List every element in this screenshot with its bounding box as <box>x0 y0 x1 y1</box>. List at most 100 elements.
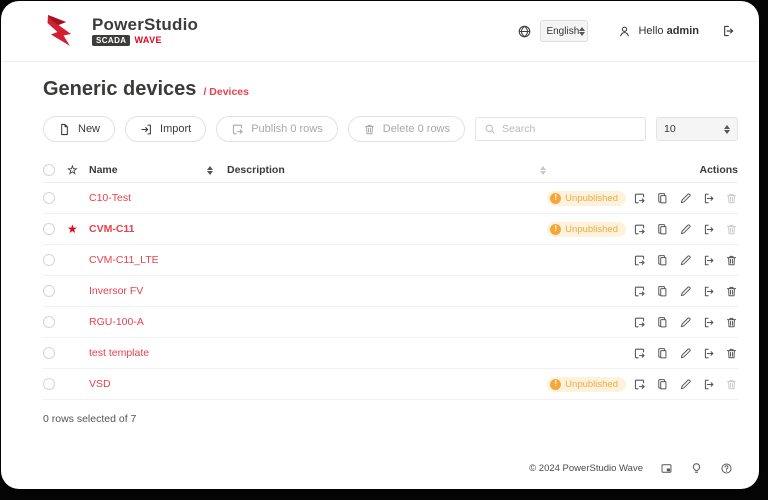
sort-name-icon[interactable] <box>207 166 213 175</box>
export-icon[interactable] <box>702 254 715 267</box>
publish-icon[interactable] <box>633 285 646 298</box>
table-row: CVM-C11_LTE <box>43 245 738 276</box>
table-row: C10-Test !Unpublished <box>43 183 738 214</box>
copy-icon[interactable] <box>656 285 669 298</box>
favorite-column-star-icon[interactable]: ☆ <box>67 164 78 176</box>
column-header-name[interactable]: Name <box>89 164 118 176</box>
header-right: English Hello admin <box>517 20 735 42</box>
favorite-star-icon[interactable]: ★ <box>67 223 78 235</box>
select-all-radio[interactable] <box>43 164 55 176</box>
language-select-value: English <box>546 26 579 37</box>
app-header: PowerStudio SCADA WAVE English Hello adm… <box>1 1 759 62</box>
pencil-icon[interactable] <box>679 378 692 391</box>
device-name-link[interactable]: test template <box>89 347 149 359</box>
globe-icon <box>517 24 532 39</box>
picture-in-picture-icon[interactable] <box>660 462 673 475</box>
publish-icon[interactable] <box>633 223 646 236</box>
greeting: Hello admin <box>638 25 699 37</box>
export-icon[interactable] <box>702 316 715 329</box>
publish-icon[interactable] <box>633 254 646 267</box>
status-badge: !Unpublished <box>547 191 626 206</box>
warning-icon: ! <box>550 193 561 204</box>
warning-icon: ! <box>550 224 561 235</box>
pencil-icon[interactable] <box>679 192 692 205</box>
help-icon[interactable] <box>720 462 733 475</box>
table-row: ★ CVM-C11 !Unpublished <box>43 214 738 245</box>
copy-icon[interactable] <box>656 192 669 205</box>
trash-icon <box>725 378 738 391</box>
user-icon <box>618 25 631 38</box>
search-icon <box>484 123 496 135</box>
copyright: © 2024 PowerStudio Wave <box>529 463 643 474</box>
publish-icon[interactable] <box>633 316 646 329</box>
file-icon <box>58 123 71 136</box>
page-size-select[interactable]: 10 <box>656 117 738 141</box>
row-select-radio[interactable] <box>43 254 55 266</box>
export-icon[interactable] <box>702 285 715 298</box>
page-title: Generic devices <box>43 78 196 101</box>
table-row: VSD !Unpublished <box>43 369 738 400</box>
row-select-radio[interactable] <box>43 285 55 297</box>
publish-icon[interactable] <box>633 378 646 391</box>
row-select-radio[interactable] <box>43 223 55 235</box>
row-select-radio[interactable] <box>43 347 55 359</box>
status-badge: !Unpublished <box>547 222 626 237</box>
import-icon <box>140 123 153 136</box>
column-header-description[interactable]: Description <box>227 164 285 176</box>
device-name-link[interactable]: VSD <box>89 378 111 390</box>
search-input[interactable] <box>502 123 637 135</box>
app-window: PowerStudio SCADA WAVE English Hello adm… <box>1 1 759 489</box>
device-name-link[interactable]: CVM-C11_LTE <box>89 254 159 266</box>
copy-icon[interactable] <box>656 347 669 360</box>
device-name-link[interactable]: C10-Test <box>89 192 131 204</box>
copy-icon[interactable] <box>656 223 669 236</box>
app-footer: © 2024 PowerStudio Wave <box>529 462 733 475</box>
status-badge: !Unpublished <box>547 377 626 392</box>
export-icon[interactable] <box>702 378 715 391</box>
trash-icon[interactable] <box>725 285 738 298</box>
publish-rows-button: Publish 0 rows <box>216 116 338 142</box>
device-name-link[interactable]: Inversor FV <box>89 285 143 297</box>
trash-icon <box>725 192 738 205</box>
brand-name: PowerStudio <box>92 16 198 34</box>
export-icon[interactable] <box>702 192 715 205</box>
pencil-icon[interactable] <box>679 254 692 267</box>
device-name-link[interactable]: RGU-100-A <box>89 316 144 328</box>
toolbar: New Import Publish 0 rows Delete 0 rows … <box>43 116 738 142</box>
pencil-icon[interactable] <box>679 285 692 298</box>
device-name-link[interactable]: CVM-C11 <box>89 223 135 235</box>
copy-icon[interactable] <box>656 254 669 267</box>
brand-text: PowerStudio SCADA WAVE <box>92 16 198 46</box>
trash-icon[interactable] <box>725 316 738 329</box>
sort-description-icon[interactable] <box>540 166 546 175</box>
new-button[interactable]: New <box>43 116 115 142</box>
trash-icon <box>725 223 738 236</box>
import-button[interactable]: Import <box>125 116 206 142</box>
row-select-radio[interactable] <box>43 192 55 204</box>
copy-icon[interactable] <box>656 378 669 391</box>
pencil-icon[interactable] <box>679 316 692 329</box>
select-arrows-icon <box>579 27 585 36</box>
brand-logo[interactable]: PowerStudio SCADA WAVE <box>43 13 198 49</box>
publish-icon[interactable] <box>633 192 646 205</box>
pencil-icon[interactable] <box>679 347 692 360</box>
table-row: test template <box>43 338 738 369</box>
selection-summary: 0 rows selected of 7 <box>43 413 738 425</box>
table-row: Inversor FV <box>43 276 738 307</box>
row-select-radio[interactable] <box>43 378 55 390</box>
lightbulb-icon[interactable] <box>690 462 703 475</box>
export-icon[interactable] <box>702 223 715 236</box>
breadcrumb[interactable]: / Devices <box>203 86 249 98</box>
table-row: RGU-100-A <box>43 307 738 338</box>
publish-icon[interactable] <box>633 347 646 360</box>
brand-scada-badge: SCADA <box>92 35 130 47</box>
trash-icon[interactable] <box>725 347 738 360</box>
trash-icon[interactable] <box>725 254 738 267</box>
pencil-icon[interactable] <box>679 223 692 236</box>
logout-icon[interactable] <box>721 24 735 38</box>
copy-icon[interactable] <box>656 316 669 329</box>
export-icon[interactable] <box>702 347 715 360</box>
username: admin <box>667 25 699 37</box>
language-select[interactable]: English <box>540 20 588 42</box>
row-select-radio[interactable] <box>43 316 55 328</box>
